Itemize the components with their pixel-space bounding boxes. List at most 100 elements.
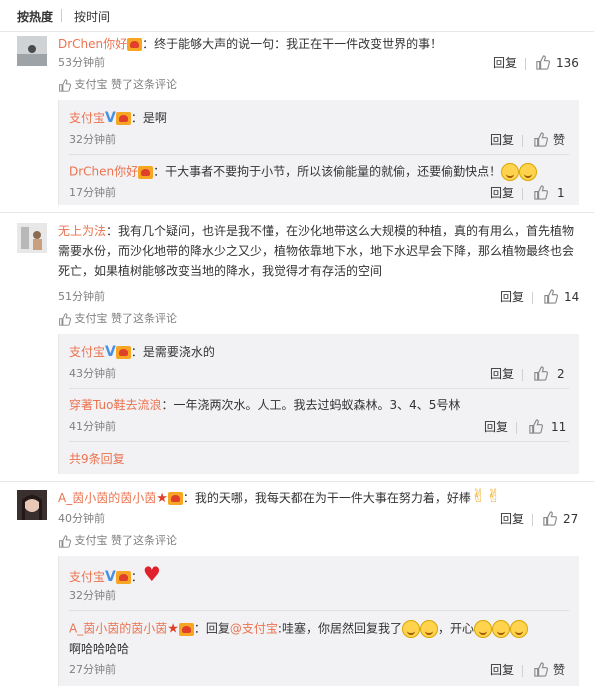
laughing-emoji-icon xyxy=(401,620,420,638)
thumbs-up-icon[interactable] xyxy=(535,55,550,70)
reply-button[interactable]: 回复 xyxy=(500,511,524,527)
comment-author[interactable]: DrChen你好 xyxy=(58,37,127,51)
thumbs-up-icon[interactable] xyxy=(528,419,543,434)
comment-text: DrChen你好 ：终于能够大声的说一句：我正在干一件改变世界的事！ xyxy=(58,37,443,51)
action-separator xyxy=(522,369,523,381)
tab-by-hot[interactable]: 按热度 xyxy=(17,8,53,25)
like-count: 27 xyxy=(563,512,579,526)
thumbs-up-icon[interactable] xyxy=(533,366,548,381)
reply-button[interactable]: 回复 xyxy=(500,289,524,305)
victory-hand-icon: ✌ xyxy=(470,486,486,507)
liked-by-row: 支付宝 赞了这条评论 xyxy=(58,77,177,93)
sub-reply-author[interactable]: 支付宝 xyxy=(69,345,105,359)
star-icon: ★ xyxy=(156,491,168,506)
vip-crown-icon xyxy=(115,571,131,584)
sub-reply-author[interactable]: 支付宝 xyxy=(69,111,105,125)
reply-button[interactable]: 回复 xyxy=(490,662,514,678)
vip-crown-icon xyxy=(178,622,194,636)
sub-reply-text: 支付宝V ：是需要浇水的 xyxy=(69,344,215,360)
comment-author[interactable]: A_茵小茵的茵小茵 xyxy=(58,491,156,505)
avatar[interactable] xyxy=(17,36,47,66)
sub-reply-text: 穿著Tuo鞋去流浪：一年浇两次水。人工。我去过蚂蚁森林。3、4、5号林 xyxy=(69,398,461,412)
verified-v-icon: V xyxy=(105,569,116,585)
thumbs-up-icon[interactable] xyxy=(533,185,548,200)
avatar[interactable] xyxy=(17,223,47,253)
liked-by-user[interactable]: 支付宝 xyxy=(75,78,108,91)
liked-by-user[interactable]: 支付宝 xyxy=(75,534,108,547)
star-icon: ★ xyxy=(167,621,179,637)
action-separator xyxy=(532,514,533,526)
sub-reply-author[interactable]: DrChen你好 xyxy=(69,165,138,179)
reply-button[interactable]: 回复 xyxy=(493,55,517,71)
sub-reply-time: 32分钟前 xyxy=(69,589,116,602)
reply-button[interactable]: 回复 xyxy=(490,366,514,382)
sub-reply-time: 41分钟前 xyxy=(69,420,116,433)
grin-emoji-icon xyxy=(491,620,510,638)
comment-time: 51分钟前 xyxy=(58,290,105,303)
comment-divider xyxy=(0,481,594,482)
vip-crown-icon xyxy=(127,38,143,51)
liked-by-row: 支付宝 赞了这条评论 xyxy=(58,533,177,549)
thumbs-up-icon[interactable] xyxy=(533,132,548,147)
thumbs-up-icon xyxy=(59,78,71,92)
comment-author[interactable]: 无上为法 xyxy=(58,224,106,238)
sub-reply-time: 17分钟前 xyxy=(69,186,116,199)
thumbs-up-icon[interactable] xyxy=(543,289,558,304)
reply-button[interactable]: 回复 xyxy=(484,419,508,435)
sub-divider xyxy=(69,610,569,611)
emoji-icon xyxy=(501,163,520,181)
like-label: 赞 xyxy=(553,663,566,677)
thumbs-up-icon xyxy=(59,534,71,548)
sub-reply-time: 43分钟前 xyxy=(69,367,116,380)
action-separator xyxy=(525,58,526,70)
vip-crown-icon xyxy=(138,165,154,179)
avatar[interactable] xyxy=(17,490,47,520)
liked-by-user[interactable]: 支付宝 xyxy=(75,312,108,325)
action-separator xyxy=(532,292,533,304)
sub-reply-text: A_茵小茵的茵小茵★ ：回复@支付宝:哇塞，你居然回复我了 ，开心 xyxy=(69,620,528,638)
sub-reply-text-line2: 啊哈哈哈哈 xyxy=(69,642,130,656)
sub-reply-text: 支付宝V ：♥ xyxy=(69,562,161,586)
comment-time: 53分钟前 xyxy=(58,56,105,69)
reply-button[interactable]: 回复 xyxy=(490,132,514,148)
view-more-replies-link[interactable]: 共9条回复 xyxy=(69,451,125,467)
sub-divider xyxy=(69,154,569,155)
action-separator xyxy=(522,188,523,200)
action-separator xyxy=(522,135,523,147)
thumbs-up-icon[interactable] xyxy=(533,662,548,677)
tab-by-time[interactable]: 按时间 xyxy=(74,8,110,25)
sub-reply-author[interactable]: A_茵小茵的茵小茵 xyxy=(69,622,167,636)
like-count: 14 xyxy=(564,290,580,304)
sub-reply-text: DrChen你好 ：干大事者不要拘于小节，所以该偷能量的就偷，还要偷勤快点！ xyxy=(69,163,538,181)
sub-reply-author[interactable]: 支付宝 xyxy=(69,570,105,584)
like-count: 136 xyxy=(556,56,579,70)
comment-time: 40分钟前 xyxy=(58,512,105,525)
heart-icon: ♥ xyxy=(142,562,161,586)
vip-crown-icon xyxy=(115,112,131,125)
laughing-emoji-icon xyxy=(419,620,438,638)
thumbs-up-icon[interactable] xyxy=(542,511,557,526)
thumbs-up-icon xyxy=(59,312,71,326)
like-count: 2 xyxy=(557,367,565,381)
comment-divider xyxy=(0,212,594,213)
vip-crown-icon xyxy=(167,492,183,505)
emoji-icon xyxy=(519,163,538,181)
sub-reply-time: 32分钟前 xyxy=(69,133,116,146)
action-separator xyxy=(516,422,517,434)
action-separator xyxy=(522,665,523,677)
grin-emoji-icon xyxy=(473,620,492,638)
verified-v-icon: V xyxy=(105,110,116,126)
verified-v-icon: V xyxy=(105,344,116,360)
tab-separator xyxy=(61,9,62,22)
sub-reply-text: 支付宝V ：是啊 xyxy=(69,110,167,126)
grin-emoji-icon xyxy=(509,620,528,638)
comment-text: 无上为法：我有几个疑问，也许是我不懂，在沙化地带这么大规模的种植，真的有用么，首… xyxy=(58,224,575,278)
liked-by-row: 支付宝 赞了这条评论 xyxy=(58,311,177,327)
reply-button[interactable]: 回复 xyxy=(490,185,514,201)
like-label: 赞 xyxy=(553,133,566,147)
like-count: 11 xyxy=(551,420,567,434)
mention-link[interactable]: @支付宝 xyxy=(230,622,278,636)
sub-reply-author[interactable]: 穿著Tuo鞋去流浪 xyxy=(69,398,161,412)
victory-hand-icon: ✌ xyxy=(485,486,502,507)
vip-crown-icon xyxy=(115,346,131,359)
